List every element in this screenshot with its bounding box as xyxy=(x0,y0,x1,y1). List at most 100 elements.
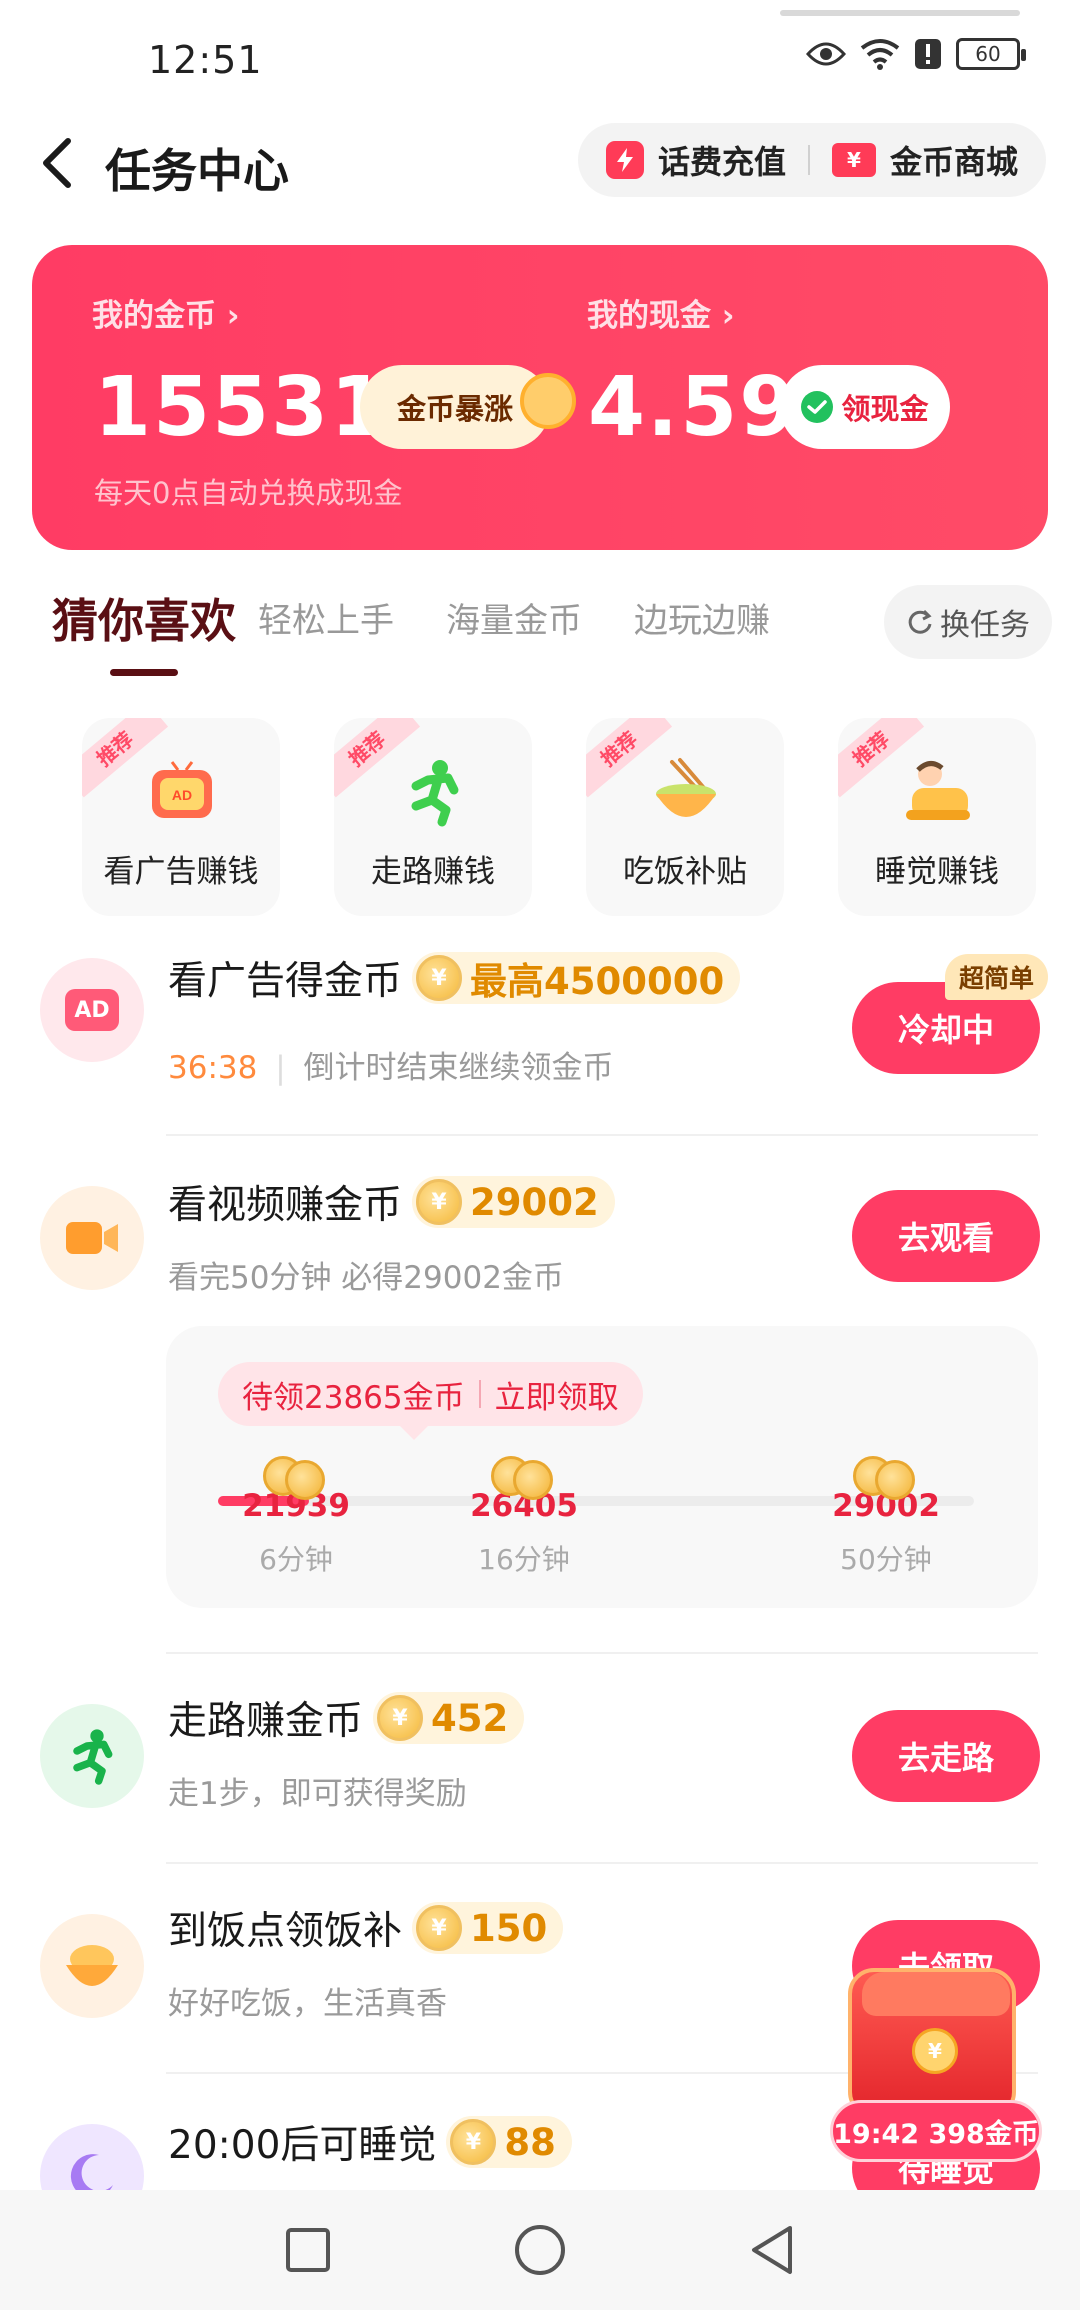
battery-level: 60 xyxy=(975,42,1001,66)
coin-icon: ¥ xyxy=(416,955,463,1001)
meal-task-icon xyxy=(40,1914,144,2018)
subtitle-separator: | xyxy=(275,1050,286,1086)
running-man-icon xyxy=(73,1729,113,1785)
phone-recharge-label: 话费充值 xyxy=(657,143,786,181)
rice-bowl-icon xyxy=(66,1945,118,1986)
category-meal[interactable]: 推荐 吃饭补贴 xyxy=(586,718,784,916)
my-cash-label: 我的现金 xyxy=(587,298,711,334)
swap-tasks-label: 换任务 xyxy=(940,608,1030,643)
task-title: 20:00后可睡觉 xyxy=(168,2123,437,2168)
task-subtitle: 看完50分钟 必得29002金币 xyxy=(168,1260,564,1296)
task-title-row: 看视频赚金币 ¥29002 xyxy=(168,1174,615,1230)
wallet-card: 我的金币 › 15531 金币暴涨 我的现金 › 4.59 领现金 每天0点自动… xyxy=(32,245,1048,550)
category-label: 看广告赚钱 xyxy=(103,854,259,890)
go-walk-button[interactable]: 去走路 xyxy=(852,1710,1040,1802)
category-label: 吃饭补贴 xyxy=(623,854,747,890)
coin-reward: ¥88 xyxy=(446,2116,572,2168)
bubble-separator xyxy=(478,1380,481,1408)
super-easy-badge: 超简单 xyxy=(944,954,1048,1000)
walk-task-icon xyxy=(40,1704,144,1808)
task-title: 走路赚金币 xyxy=(168,1699,364,1744)
task-title-row: 看广告得金币 ¥ 最高4500000 xyxy=(168,950,741,1006)
top-actions: 话费充值 ¥ 金币商城 xyxy=(577,123,1046,197)
coin-reward: ¥452 xyxy=(373,1692,525,1744)
chevron-right-icon: › xyxy=(226,298,240,334)
task-title: 看广告得金币 xyxy=(168,959,403,1004)
category-watch-ads[interactable]: 推荐 AD 看广告赚钱 xyxy=(82,718,280,916)
withdraw-cash-button[interactable]: 领现金 xyxy=(780,365,950,449)
status-bar: 12:51 60 xyxy=(0,0,1080,110)
coin-stack-icon xyxy=(851,1456,921,1500)
battery-icon: 60 xyxy=(956,38,1026,70)
cooldown-note: 倒计时结束继续领金币 xyxy=(303,1050,614,1086)
phone-recharge-button[interactable]: 话费充值 xyxy=(605,137,786,183)
coin-reward-value: 最高4500000 xyxy=(470,960,725,1003)
video-camera-icon xyxy=(66,1222,118,1254)
tab-guess-you-like[interactable]: 猜你喜欢 xyxy=(52,585,236,651)
ad-badge-icon: AD xyxy=(65,989,119,1031)
square-icon xyxy=(286,2228,330,2272)
triangle-back-icon xyxy=(752,2226,792,2274)
tv-ad-icon: AD xyxy=(152,761,212,818)
task-title: 看视频赚金币 xyxy=(168,1183,403,1228)
tab-play-earn[interactable]: 边玩边赚 xyxy=(634,593,770,642)
cooldown-timer: 36:38 xyxy=(168,1050,258,1086)
task-walk: 走路赚金币 ¥452 走1步，即可获得奖励 去走路 xyxy=(40,1688,1040,1828)
back-arrow-icon[interactable] xyxy=(30,133,90,193)
alert-icon xyxy=(915,39,941,69)
task-watch-ads: AD 看广告得金币 ¥ 最高4500000 36:38 | 倒计时结束继续领金币 … xyxy=(40,950,1048,1086)
task-tabs: 猜你喜欢 轻松上手 海量金币 边玩边赚 换任务 xyxy=(52,585,1052,676)
milestone-time: 16分钟 xyxy=(478,1543,570,1576)
task-title-row: 走路赚金币 ¥452 xyxy=(168,1690,525,1746)
tab-easy-start[interactable]: 轻松上手 xyxy=(258,593,394,642)
recent-apps-button[interactable] xyxy=(278,2220,338,2280)
coin-reward-value: 452 xyxy=(431,1696,509,1740)
running-man-icon xyxy=(411,760,459,827)
home-button[interactable] xyxy=(510,2220,570,2280)
system-nav-bar xyxy=(0,2190,1080,2310)
my-cash-link[interactable]: 我的现金 › xyxy=(587,290,735,335)
wechat-icon xyxy=(801,391,834,423)
eye-icon xyxy=(806,42,846,66)
bubble-pointer xyxy=(398,1424,430,1440)
row-divider xyxy=(166,1652,1038,1654)
coin-reward-value: 88 xyxy=(504,2120,556,2164)
floating-red-packet[interactable]: ¥ 19:42 398金币 xyxy=(830,1968,1042,2176)
coin-reward-value: 29002 xyxy=(470,1180,599,1224)
coin-icon: ¥ xyxy=(450,2119,497,2165)
tab-many-coins[interactable]: 海量金币 xyxy=(446,593,582,642)
coin-icon: ¥ xyxy=(377,1695,424,1741)
withdraw-cash-label: 领现金 xyxy=(841,392,929,426)
watch-video-button[interactable]: 去观看 xyxy=(852,1190,1040,1282)
video-task-icon xyxy=(40,1186,144,1290)
milestone-3: 29002 50分钟 xyxy=(816,1456,956,1578)
category-walk[interactable]: 推荐 走路赚钱 xyxy=(334,718,532,916)
red-packet-icon: ¥ xyxy=(848,1968,1016,2118)
task-title-row: 20:00后可睡觉 ¥88 xyxy=(168,2114,572,2170)
status-time: 12:51 xyxy=(148,38,263,82)
coin-reward: ¥ 最高4500000 xyxy=(412,952,741,1004)
category-sleep[interactable]: 推荐 睡觉赚钱 xyxy=(838,718,1036,916)
task-title: 到饭点领饭补 xyxy=(168,1909,403,1954)
pending-coins-text: 待领23865金币 xyxy=(242,1379,465,1416)
milestone-1: 21939 6分钟 xyxy=(226,1456,366,1578)
video-progress-panel: 待领23865金币 立即领取 21939 6分钟 26405 16分钟 2900… xyxy=(166,1326,1038,1608)
back-button[interactable] xyxy=(742,2220,802,2280)
top-actions-divider xyxy=(807,145,810,175)
sleep-task-icon xyxy=(40,2124,144,2190)
ad-task-icon: AD xyxy=(40,958,144,1062)
my-coins-link[interactable]: 我的金币 › xyxy=(92,290,240,335)
food-bowl-icon xyxy=(656,758,716,817)
task-center-page: 12:51 60 任务中心 话费充值 ¥ 金币商城 我的金币 › 15531 金… xyxy=(0,0,1080,2310)
cooldown-button[interactable]: 冷却中 超简单 xyxy=(852,954,1048,1074)
claim-pending-bubble[interactable]: 待领23865金币 立即领取 xyxy=(218,1362,643,1426)
task-watch-video: 看视频赚金币 ¥29002 看完50分钟 必得29002金币 去观看 xyxy=(40,1160,1040,1300)
swap-tasks-button[interactable]: 换任务 xyxy=(884,585,1052,659)
coin-bag-icon xyxy=(520,373,576,429)
page-title: 任务中心 xyxy=(105,144,289,198)
category-tiles: 推荐 AD 看广告赚钱 推荐 走路赚钱 推荐 吃饭补贴 推荐 睡觉赚钱 xyxy=(82,718,1042,918)
coin-mall-button[interactable]: ¥ 金币商城 xyxy=(831,137,1018,183)
page-header: 任务中心 话费充值 ¥ 金币商城 xyxy=(0,115,1080,215)
my-coins-label: 我的金币 xyxy=(92,298,216,334)
row-divider xyxy=(166,1862,1038,1864)
